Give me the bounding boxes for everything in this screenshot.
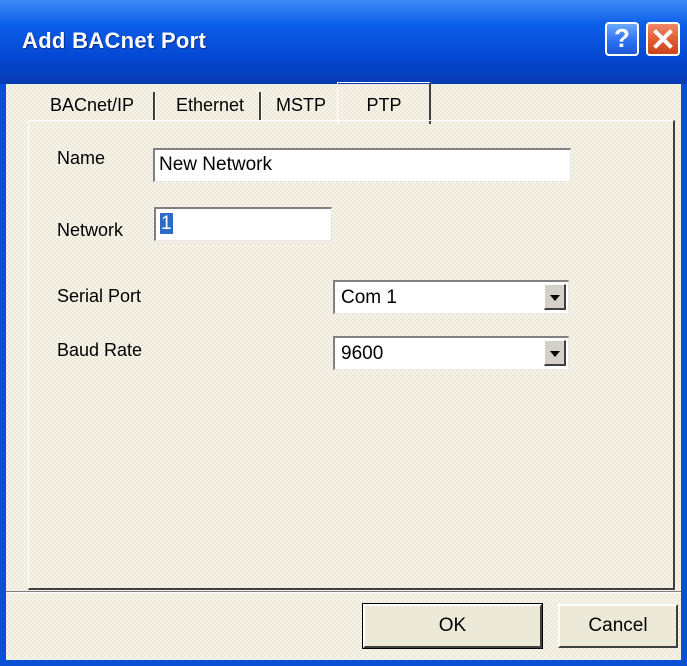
baud-rate-label: Baud Rate	[57, 340, 143, 360]
network-input[interactable]: 1	[154, 207, 332, 241]
dialog-window: Add BACnet Port ? BACnet/IP Ethernet MST…	[0, 0, 687, 666]
baud-rate-select[interactable]: 9600	[333, 336, 569, 370]
title-bar[interactable]: Add BACnet Port ?	[0, 0, 687, 84]
name-input[interactable]: New Network	[153, 148, 571, 182]
tab-bacnet-ip[interactable]: BACnet/IP	[28, 88, 156, 122]
cancel-button[interactable]: Cancel	[558, 604, 678, 648]
question-mark-icon: ?	[614, 23, 630, 53]
dialog-title: Add BACnet Port	[22, 28, 207, 53]
baud-rate-value: 9600	[341, 343, 384, 364]
tab-separator	[259, 92, 262, 120]
tab-separator	[153, 92, 156, 120]
help-button[interactable]: ?	[605, 22, 639, 56]
network-selected-value: 1	[160, 213, 173, 234]
serial-port-value: Com 1	[341, 287, 397, 308]
active-tab-outline	[337, 82, 431, 124]
chevron-down-icon[interactable]	[544, 340, 566, 366]
close-button[interactable]	[646, 22, 680, 56]
chevron-down-icon[interactable]	[544, 284, 566, 310]
serial-port-label: Serial Port	[57, 286, 142, 306]
button-separator	[6, 591, 681, 593]
ok-button[interactable]: OK	[362, 603, 543, 649]
name-label: Name	[57, 148, 106, 168]
serial-port-select[interactable]: Com 1	[333, 280, 569, 314]
tab-label: Ethernet	[175, 95, 245, 115]
tab-ethernet[interactable]: Ethernet	[158, 88, 262, 122]
close-icon	[653, 29, 673, 49]
tab-label: MSTP	[275, 95, 326, 115]
tab-mstp[interactable]: MSTP	[264, 88, 338, 122]
tab-label: BACnet/IP	[49, 95, 135, 115]
network-label: Network	[57, 220, 124, 240]
